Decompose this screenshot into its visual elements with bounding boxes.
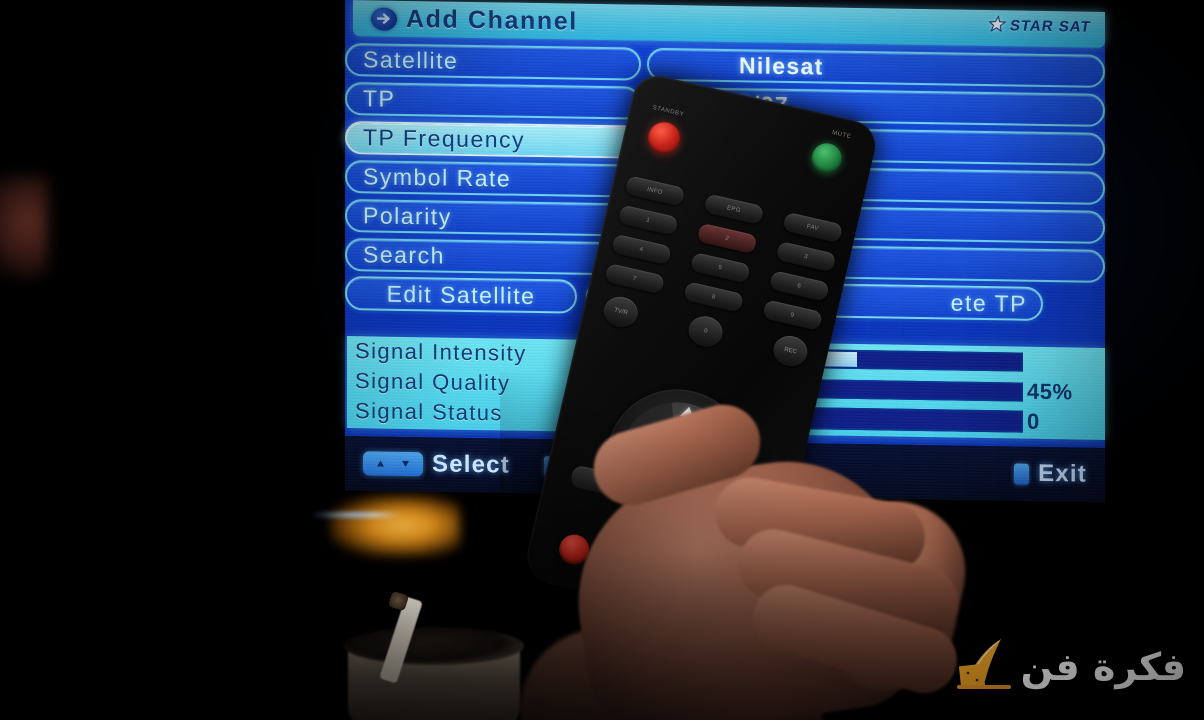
wrist bbox=[512, 606, 828, 720]
watermark: فكرة فن bbox=[955, 635, 1186, 698]
remote-key[interactable]: 1 bbox=[617, 204, 679, 237]
remote-color-keys bbox=[556, 531, 747, 604]
signal-percent: 45% bbox=[1027, 378, 1073, 405]
menu-item-value: Nilesat bbox=[739, 51, 824, 80]
remote-key[interactable]: FAV bbox=[782, 211, 844, 244]
remote-key[interactable]: 3 bbox=[775, 240, 837, 273]
yellow-key[interactable] bbox=[658, 555, 695, 592]
brush-icon bbox=[955, 635, 1013, 698]
star-icon bbox=[988, 15, 1007, 33]
signal-label: Signal Status bbox=[355, 398, 503, 426]
remote-print-right: MUTE bbox=[831, 129, 852, 141]
green-key[interactable] bbox=[607, 543, 644, 580]
menu-item-label: Search bbox=[363, 240, 445, 269]
cup-rim bbox=[344, 627, 524, 665]
ambient-skin-glow bbox=[0, 175, 48, 280]
signal-label: Signal Intensity bbox=[355, 338, 527, 366]
signal-label: Signal Quality bbox=[355, 368, 511, 396]
finger bbox=[744, 576, 966, 702]
menu-label-pill[interactable]: Polarity bbox=[345, 198, 641, 237]
blue-key[interactable] bbox=[710, 567, 747, 604]
brand-logo: STAR SAT bbox=[986, 15, 1093, 37]
red-key[interactable] bbox=[556, 531, 593, 568]
remote-key[interactable]: 9 bbox=[762, 299, 823, 331]
button-label: ete TP bbox=[950, 289, 1027, 317]
screenshot-root: Add Channel STAR SAT Satellite Nilesat T… bbox=[0, 0, 1204, 720]
remote-key[interactable] bbox=[713, 497, 766, 530]
menu-label-pill[interactable]: Satellite bbox=[345, 42, 641, 81]
hint-select[interactable]: Select bbox=[363, 449, 510, 479]
remote-key[interactable]: 2 bbox=[696, 222, 758, 255]
menu-item-label: Satellite bbox=[363, 45, 459, 74]
delete-tp-button[interactable]: ete TP bbox=[817, 283, 1043, 321]
menu-value-pill[interactable]: Nilesat bbox=[647, 47, 1105, 88]
brand-label: STAR SAT bbox=[1008, 16, 1093, 36]
menu-item-label: Polarity bbox=[363, 201, 452, 230]
menu-label-pill-selected[interactable]: TP Frequency bbox=[345, 120, 641, 159]
power-button[interactable] bbox=[644, 119, 684, 158]
remote-key[interactable]: INFO bbox=[624, 175, 686, 207]
signal-percent bbox=[1027, 362, 1105, 363]
hint-exit[interactable]: Exit bbox=[1014, 460, 1087, 489]
menu-item-label: TP Frequency bbox=[363, 123, 526, 153]
remote-key[interactable]: 6 bbox=[768, 270, 830, 302]
hint-label: Select bbox=[432, 450, 510, 479]
menu-item-label: TP bbox=[363, 84, 396, 112]
page-title: Add Channel bbox=[406, 4, 578, 36]
remote-key[interactable]: EPG bbox=[703, 193, 765, 226]
button-label: Edit Satellite bbox=[386, 280, 536, 309]
up-down-arrows-key-icon bbox=[363, 451, 423, 477]
remote-print-left: STANDBY bbox=[651, 104, 685, 119]
exit-key-icon bbox=[1014, 463, 1030, 485]
watermark-text: فكرة فن bbox=[1020, 644, 1186, 689]
menu-item-label: Symbol Rate bbox=[363, 162, 512, 192]
remote-key[interactable]: 7 bbox=[604, 262, 666, 295]
remote-key[interactable]: 5 bbox=[689, 251, 751, 284]
remote-key[interactable]: 8 bbox=[683, 281, 745, 313]
remote-keypad: INFO EPG FAV 1 2 3 4 5 6 7 8 9 TV/R 0 RE… bbox=[593, 175, 844, 381]
signal-trailing-value: 0 bbox=[1027, 408, 1040, 434]
menu-label-pill[interactable]: Symbol Rate bbox=[345, 159, 641, 198]
ok-button-label: OK bbox=[666, 452, 688, 469]
hint-label: Exit bbox=[1038, 459, 1087, 488]
edit-satellite-button[interactable]: Edit Satellite bbox=[345, 276, 577, 314]
remote-key[interactable]: 4 bbox=[611, 233, 672, 266]
ambient-light-streak bbox=[312, 512, 402, 518]
cup-with-cigarette bbox=[340, 590, 530, 720]
remote-key[interactable]: 0 bbox=[685, 313, 726, 350]
remote-key[interactable]: TV/R bbox=[600, 293, 641, 331]
remote-key[interactable]: REC bbox=[770, 332, 811, 370]
arrow-right-circle-icon bbox=[371, 6, 397, 31]
green-button[interactable] bbox=[808, 140, 845, 177]
menu-label-pill[interactable]: TP bbox=[345, 81, 641, 120]
knuckles bbox=[811, 490, 979, 704]
ambient-orange-light bbox=[330, 495, 460, 557]
